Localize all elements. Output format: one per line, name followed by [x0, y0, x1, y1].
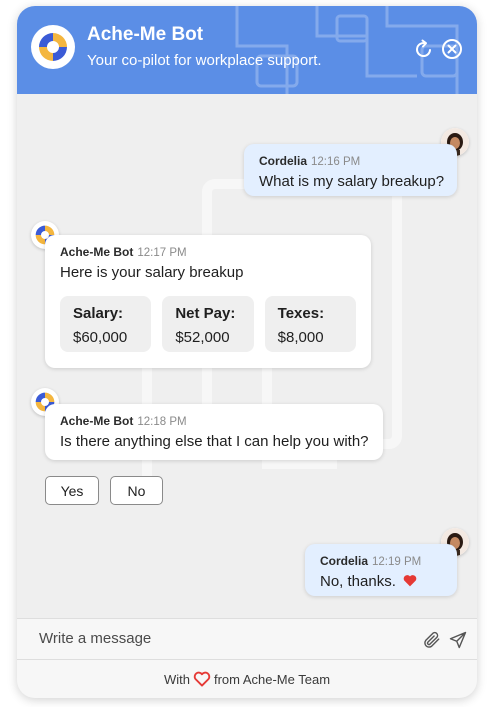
heart-icon: [403, 575, 417, 587]
chat-header: Ache-Me Bot Your co-pilot for workplace …: [17, 6, 477, 94]
message-sender: Ache-Me Bot: [60, 414, 134, 428]
message-text: Here is your salary breakup: [60, 264, 244, 281]
ache-me-logo-icon: [39, 33, 67, 61]
message-time: 12:17 PM: [137, 247, 187, 259]
message-bubble-bot: Ache-Me Bot 12:17 PM Here is your salary …: [45, 235, 371, 368]
salary-card: Salary: $60,000: [60, 296, 152, 352]
message-sender: Ache-Me Bot: [60, 245, 134, 259]
message-time: 12:19 PM: [372, 556, 422, 568]
message-bubble-user: Cordelia 12:16 PM What is my salary break…: [244, 144, 457, 196]
header-title: Ache-Me Bot: [87, 24, 204, 45]
footer-prefix: With: [163, 671, 190, 687]
message-text-content: No, thanks.: [320, 573, 396, 590]
heart-icon: [193, 671, 211, 687]
bot-logo: [31, 25, 75, 69]
quick-reply-no[interactable]: No: [110, 476, 163, 505]
message-text: Is there anything else that I can help y…: [60, 433, 369, 450]
message-sender: Cordelia: [320, 554, 369, 568]
message-text: No, thanks.: [320, 573, 442, 590]
chat-messages[interactable]: Cordelia 12:16 PM What is my salary break…: [17, 94, 477, 618]
refresh-icon[interactable]: [413, 38, 435, 60]
header-pattern: [235, 6, 459, 94]
card-label: Salary:: [73, 305, 124, 322]
message-sender: Cordelia: [259, 154, 308, 168]
card-value: $60,000: [73, 329, 128, 346]
message-meta: Ache-Me Bot 12:17 PM: [60, 245, 356, 259]
card-value: $8,000: [277, 329, 324, 346]
close-circle-icon[interactable]: [441, 38, 463, 60]
message-bubble-bot: Ache-Me Bot 12:18 PM Is there anything el…: [45, 404, 383, 460]
chat-footer: With from Ache-Me Team: [17, 660, 477, 698]
header-subtitle: Your co-pilot for workplace support.: [87, 52, 322, 69]
paperclip-icon[interactable]: [422, 630, 442, 650]
message-text: What is my salary breakup?: [259, 173, 445, 190]
card-value: $52,000: [175, 329, 230, 346]
message-bubble-user: Cordelia 12:19 PM No, thanks.: [305, 544, 457, 596]
card-label: Texes:: [277, 305, 325, 322]
card-label: Net Pay:: [175, 305, 236, 322]
message-meta: Ache-Me Bot 12:18 PM: [60, 414, 368, 428]
message-meta: Cordelia 12:19 PM: [320, 554, 442, 568]
taxes-card: Texes: $8,000: [264, 296, 356, 352]
message-input[interactable]: [39, 630, 399, 647]
message-time: 12:18 PM: [137, 416, 187, 428]
footer-suffix: from Ache-Me Team: [213, 671, 331, 687]
send-icon[interactable]: [448, 630, 468, 650]
quick-reply-yes[interactable]: Yes: [45, 476, 99, 505]
message-time: 12:16 PM: [311, 156, 361, 168]
message-input-bar: [17, 618, 477, 660]
net-pay-card: Net Pay: $52,000: [162, 296, 254, 352]
message-meta: Cordelia 12:16 PM: [259, 154, 442, 168]
salary-cards: Salary: $60,000 Net Pay: $52,000 Texes: …: [60, 296, 356, 352]
chat-widget: Ache-Me Bot Your co-pilot for workplace …: [17, 6, 477, 698]
